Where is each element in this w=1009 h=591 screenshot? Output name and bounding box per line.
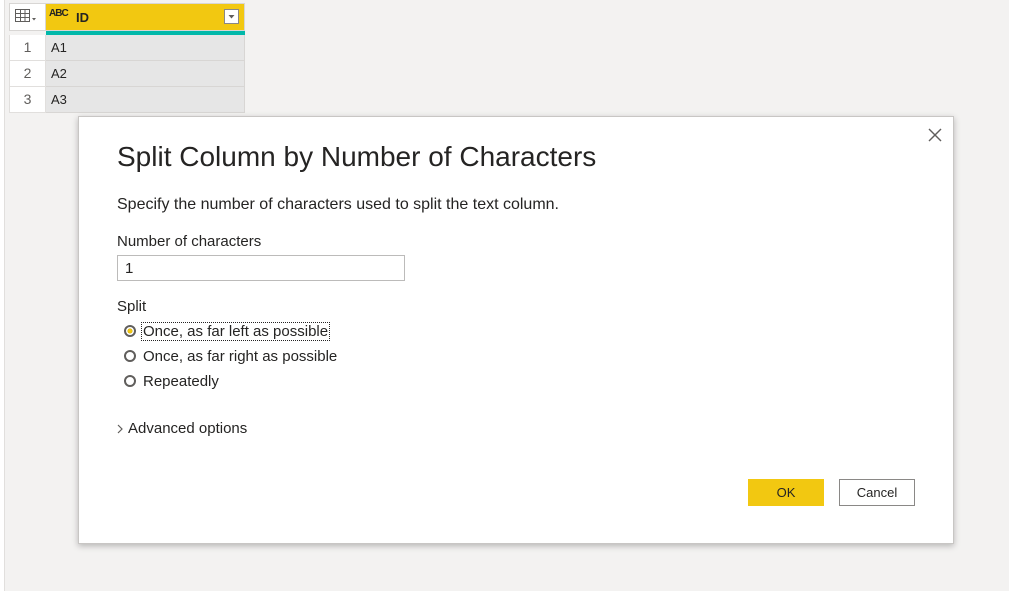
advanced-options-label[interactable]: Advanced options (128, 420, 247, 437)
dialog-title: Split Column by Number of Characters (117, 141, 597, 172)
number-of-characters-label: Number of characters (117, 233, 262, 250)
radio-label[interactable]: Once, as far left as possible (140, 321, 331, 341)
ok-button[interactable]: OK (748, 479, 824, 506)
number-of-characters-input[interactable] (117, 255, 405, 281)
text-type-icon[interactable]: ABC (49, 8, 69, 19)
row-number: 1 (9, 35, 46, 61)
column-filter-button[interactable] (224, 9, 239, 24)
row-number: 2 (9, 61, 46, 87)
table-cell[interactable]: A3 (46, 87, 245, 113)
table-row: 2 A2 (9, 61, 245, 87)
left-edge (0, 0, 5, 591)
chevron-down-icon (228, 15, 235, 19)
radio-icon[interactable] (124, 350, 136, 362)
table-cell[interactable]: A1 (46, 35, 245, 61)
row-number: 3 (9, 87, 46, 113)
table-cell[interactable]: A2 (46, 61, 245, 87)
column-title: ID (76, 10, 89, 25)
radio-label[interactable]: Repeatedly (142, 373, 220, 390)
radio-label[interactable]: Once, as far right as possible (142, 348, 338, 365)
table-row: 3 A3 (9, 87, 245, 113)
radio-option-right[interactable]: Once, as far right as possible (124, 345, 338, 367)
table-icon (15, 9, 36, 22)
table-menu-button[interactable] (9, 3, 46, 31)
radio-selected-icon[interactable] (124, 325, 136, 337)
radio-option-repeatedly[interactable]: Repeatedly (124, 370, 220, 392)
cancel-button[interactable]: Cancel (839, 479, 915, 506)
advanced-options-toggle[interactable]: Advanced options (115, 420, 247, 437)
close-icon[interactable] (927, 127, 943, 143)
radio-option-left[interactable]: Once, as far left as possible (124, 320, 331, 342)
chevron-right-icon (117, 424, 123, 433)
split-column-dialog: Split Column by Number of Characters Spe… (78, 116, 954, 544)
dialog-description: Specify the number of characters used to… (117, 196, 559, 213)
radio-icon[interactable] (124, 375, 136, 387)
split-label: Split (117, 298, 147, 315)
column-header-id[interactable]: ABC ID (46, 3, 245, 31)
table-row: 1 A1 (9, 35, 245, 61)
